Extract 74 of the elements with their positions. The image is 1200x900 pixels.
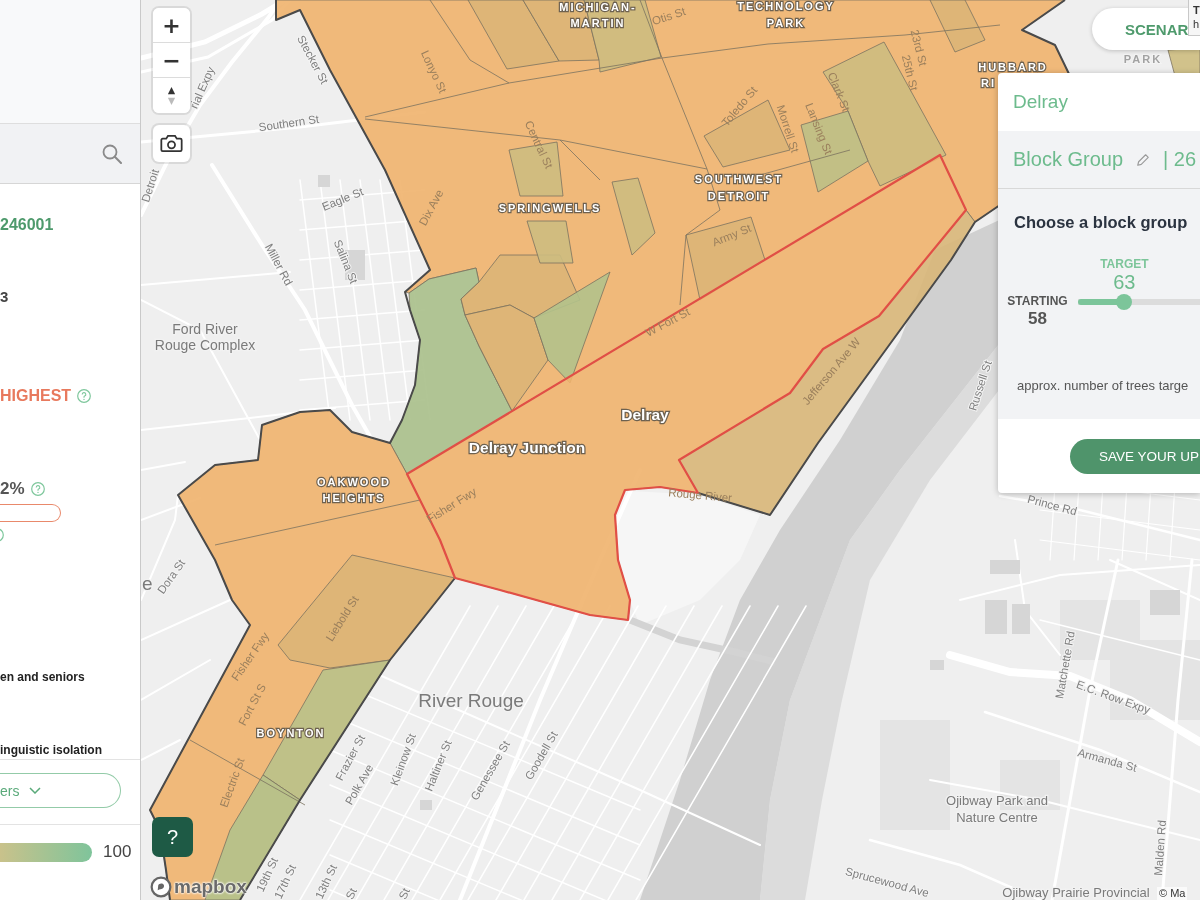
street-label: Army St [710,221,753,249]
block-group-id: | 26 [1163,148,1197,171]
place-label: Delray Junction [468,439,586,456]
block-group-id: 246001 [0,215,54,235]
street-label: Dix Ave [416,187,446,228]
street-label: Miller Rd [262,241,295,288]
street-label: Malden Rd [1152,819,1168,877]
help-icon[interactable] [77,389,92,403]
panel-title: Delray [1013,91,1068,113]
search-icon[interactable] [102,143,122,164]
place-label: Ojibway Prairie Provincial [1002,885,1150,900]
street-label: Morrell St [774,103,802,154]
indicator-label: inguistic isolation [0,742,102,759]
attribution-text: © Ma [1157,887,1188,900]
street-label: Matchette Rd [1053,630,1077,700]
street-label: E.C. Row Expy [1074,678,1152,716]
street-label: Fort St S [236,681,269,728]
place-label: Ojibway Park and Nature Centre [946,793,1048,825]
neighborhood-label: MICHIGAN- MARTIN [559,1,637,29]
indicator-label: en and seniors [0,669,85,686]
neighborhood-label: PARK [1123,53,1163,65]
place-label: River Rouge [418,690,524,711]
street-label: Lonyo St [418,48,449,95]
zoom-in-button[interactable]: + [153,8,190,43]
legend-max-label: 100 [103,842,132,862]
neighborhood-label: OAKWOOD HEIGHTS [317,476,391,504]
street-label: Clark St [825,70,853,113]
street-label: Otis St [650,5,687,28]
help-icon[interactable] [30,482,45,496]
starting-label: STARTING [1007,294,1068,308]
place-label: Ford River Rouge Complex [154,321,256,353]
place-label: e [142,573,153,594]
percent-text: 2% [0,478,25,500]
neighborhood-label: BOYNTON [256,727,326,739]
place-label: Delray [621,406,669,423]
street-label: Rouge River [667,486,733,504]
street-label: Salina St [331,238,361,286]
street-label: St [396,886,412,900]
street-label: Eagle St [320,185,366,213]
note-text: approx. number of trees targe [1016,377,1190,395]
street-label: St [343,886,359,900]
panel-heading: Choose a block group [1013,212,1189,232]
help-button[interactable]: ? [152,817,193,857]
neighborhood-label: TECHNOLOGY PARK [737,0,835,29]
street-label: W Fort St [643,305,692,339]
block-group-label: Block Group [1013,148,1124,171]
street-label: Armanda St [1076,746,1139,774]
filter-button[interactable]: ers [0,773,121,808]
street-label: rial Expy [187,65,217,111]
pencil-icon[interactable] [1136,152,1151,167]
slider-thumb[interactable] [1116,294,1133,310]
camera-icon [160,134,183,153]
value-text: 3 [0,288,9,306]
logo-text[interactable]: mapbox [174,876,247,898]
chevron-down-icon [29,787,42,794]
compass-icon [167,85,176,106]
help-icon[interactable] [0,528,4,542]
street-label: Detroit [141,167,161,204]
tooltip-text: h [1193,17,1200,31]
starting-value: 58 [1028,309,1047,329]
priority-text: HIGHEST [0,386,72,406]
neighborhood-label: SOUTHWEST DETROIT [694,173,784,202]
save-button[interactable]: SAVE YOUR UP [1070,439,1200,474]
target-label: TARGET [1100,257,1149,271]
street-label: Southern St [257,112,320,134]
target-value: 63 [1113,271,1136,293]
logo-icon[interactable] [150,876,172,898]
street-label: Prince Rd [1026,492,1079,518]
search-field[interactable] [0,124,140,184]
camera-button[interactable] [153,125,190,162]
neighborhood-label: SPRINGWELLS [498,202,602,214]
street-label: 13th St [313,862,340,900]
street-label: Russell St [966,359,994,413]
neighborhood-label: HUBBARD RI [978,61,1048,89]
